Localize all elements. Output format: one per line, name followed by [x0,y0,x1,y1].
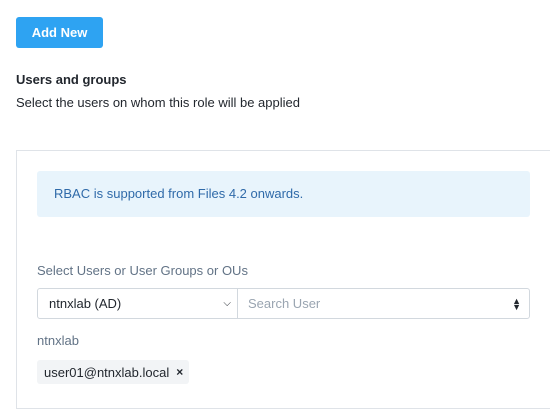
close-icon[interactable]: × [176,365,183,379]
section-title: Users and groups [16,72,127,87]
section-description: Select the users on whom this role will … [16,95,300,110]
users-groups-panel: RBAC is supported from Files 4.2 onwards… [16,150,550,409]
domain-select[interactable]: ntnxlab (AD) ⌵ [38,289,238,318]
domain-group-label: ntnxlab [37,333,79,348]
chevron-down-icon: ⌵ [223,298,231,309]
search-user-input[interactable] [248,296,513,311]
up-down-arrows-icon[interactable]: ▲ ▼ [512,296,521,311]
domain-select-value: ntnxlab (AD) [49,296,122,311]
selected-user-label: user01@ntnxlab.local [44,364,170,380]
add-new-button[interactable]: Add New [16,17,103,48]
select-users-label: Select Users or User Groups or OUs [37,263,248,278]
search-user-field[interactable]: ▲▼ [238,289,529,318]
rbac-info-message: RBAC is supported from Files 4.2 onwards… [37,171,530,217]
selected-user-tag: user01@ntnxlab.local × [37,360,190,384]
user-search-combo: ntnxlab (AD) ⌵ ▲▼ [37,288,530,319]
